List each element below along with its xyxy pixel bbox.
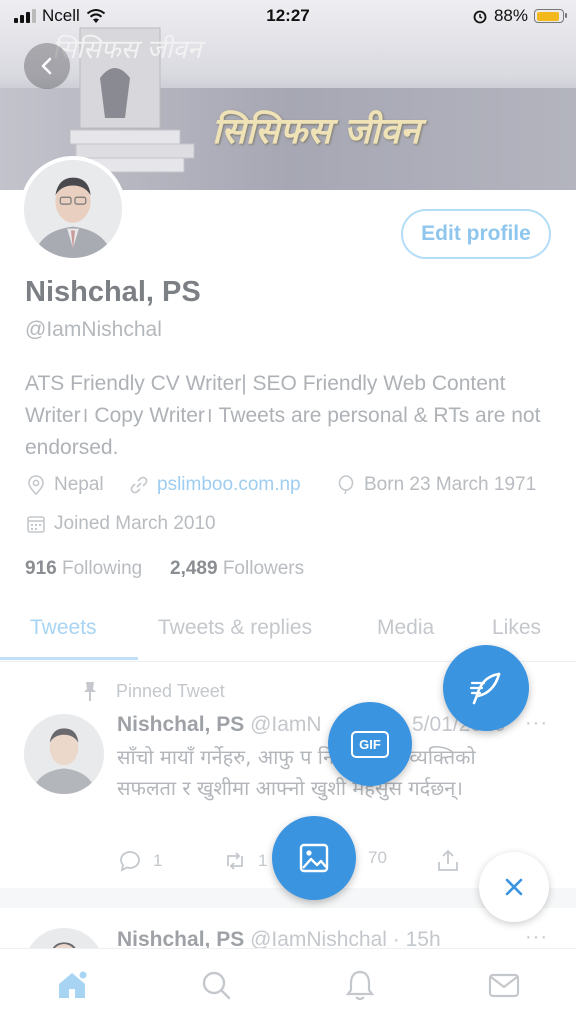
tweet-more-button[interactable]: ··· xyxy=(525,712,548,735)
image-icon xyxy=(299,843,329,873)
calendar-icon xyxy=(27,516,45,533)
followers-count: 2,489 xyxy=(170,558,218,579)
following-stat[interactable]: 916 Following xyxy=(25,558,142,580)
status-bar: Ncell 12:27 88% xyxy=(0,0,576,32)
avatar-photo xyxy=(24,160,122,258)
profile-handle: @IamNishchal xyxy=(25,318,162,341)
birthday: Born 23 March 1971 xyxy=(335,474,536,496)
tweet-avatar[interactable] xyxy=(24,714,104,794)
following-count: 916 xyxy=(25,558,57,579)
messages-tab[interactable] xyxy=(486,967,522,1003)
gif-button[interactable]: GIF xyxy=(328,702,412,786)
battery-percent: 88% xyxy=(493,6,528,25)
link-icon xyxy=(130,476,148,494)
notifications-icon xyxy=(345,970,375,1001)
bottom-tab-bar xyxy=(0,948,576,1024)
following-label: Following xyxy=(61,558,143,579)
profile-avatar[interactable] xyxy=(20,156,126,262)
share-icon xyxy=(438,849,458,871)
banner-title: सिसिफस जीवन xyxy=(212,110,420,152)
feather-icon xyxy=(469,672,501,705)
location-pin-icon xyxy=(28,475,44,496)
tab-likes[interactable]: Likes xyxy=(492,616,541,640)
reply-icon xyxy=(120,851,140,872)
home-tab[interactable] xyxy=(54,967,90,1003)
profile-bio: ATS Friendly CV Writer| SEO Friendly Web… xyxy=(25,372,541,459)
joined-text: Joined March 2010 xyxy=(54,513,216,534)
avatar-photo xyxy=(24,714,104,794)
gif-label: GIF xyxy=(359,736,381,752)
retweet-count: 1 xyxy=(258,851,268,870)
tweet-text: साँचो मायाँ गर्नेहरु, आफु प नि मायाँ गर्… xyxy=(117,745,476,800)
share-action[interactable] xyxy=(435,848,461,874)
tweet-author[interactable]: Nishchal, PS xyxy=(117,713,244,736)
pinned-text: Pinned Tweet xyxy=(116,680,225,701)
like-count: 70 xyxy=(368,848,387,867)
website-link[interactable]: pslimboo.com.np xyxy=(128,474,301,496)
like-action[interactable]: 70 xyxy=(368,848,387,868)
alarm-icon xyxy=(473,10,487,24)
tweet-header: Nishchal, PS @IamN xyxy=(117,713,322,737)
tab-tweets[interactable]: Tweets xyxy=(30,616,97,640)
location: Nepal xyxy=(25,474,104,496)
joined-date: Joined March 2010 xyxy=(25,513,216,535)
edit-profile-button[interactable]: Edit profile xyxy=(401,209,551,259)
compose-tweet-button[interactable] xyxy=(443,645,529,731)
tab-tweets-replies[interactable]: Tweets & replies xyxy=(158,616,312,640)
search-icon xyxy=(202,971,231,1000)
close-icon xyxy=(505,878,523,896)
balloon-icon xyxy=(338,475,354,495)
pinned-label: Pinned Tweet xyxy=(80,680,225,702)
status-right: 88% xyxy=(472,6,567,26)
tweet-handle: @IamN xyxy=(250,713,322,736)
profile-name: Nishchal, PS xyxy=(25,276,201,308)
reply-count: 1 xyxy=(153,851,163,870)
notifications-tab[interactable] xyxy=(342,967,378,1003)
gif-icon: GIF xyxy=(351,730,389,758)
photo-button[interactable] xyxy=(272,816,356,900)
website-text[interactable]: pslimboo.com.np xyxy=(157,474,301,496)
tab-media[interactable]: Media xyxy=(377,616,434,640)
back-button[interactable] xyxy=(24,43,70,89)
retweet-action[interactable]: 1 xyxy=(222,848,267,874)
book-cover-title: सिसिफस जीवन xyxy=(52,35,202,65)
search-tab[interactable] xyxy=(198,967,234,1003)
battery-icon xyxy=(534,9,567,23)
active-tab-indicator xyxy=(0,657,138,660)
birthday-text: Born 23 March 1971 xyxy=(364,474,537,495)
reply-action[interactable]: 1 xyxy=(117,848,162,874)
followers-stat[interactable]: 2,489 Followers xyxy=(170,558,304,580)
home-icon xyxy=(59,971,87,998)
messages-icon xyxy=(488,973,520,998)
close-menu-button[interactable] xyxy=(479,852,549,922)
retweet-icon xyxy=(227,852,243,870)
chevron-left-icon xyxy=(41,57,52,75)
pin-icon xyxy=(84,682,96,701)
followers-label: Followers xyxy=(222,558,305,579)
location-text: Nepal xyxy=(54,474,104,495)
tweet-more-button[interactable]: ··· xyxy=(525,926,548,949)
